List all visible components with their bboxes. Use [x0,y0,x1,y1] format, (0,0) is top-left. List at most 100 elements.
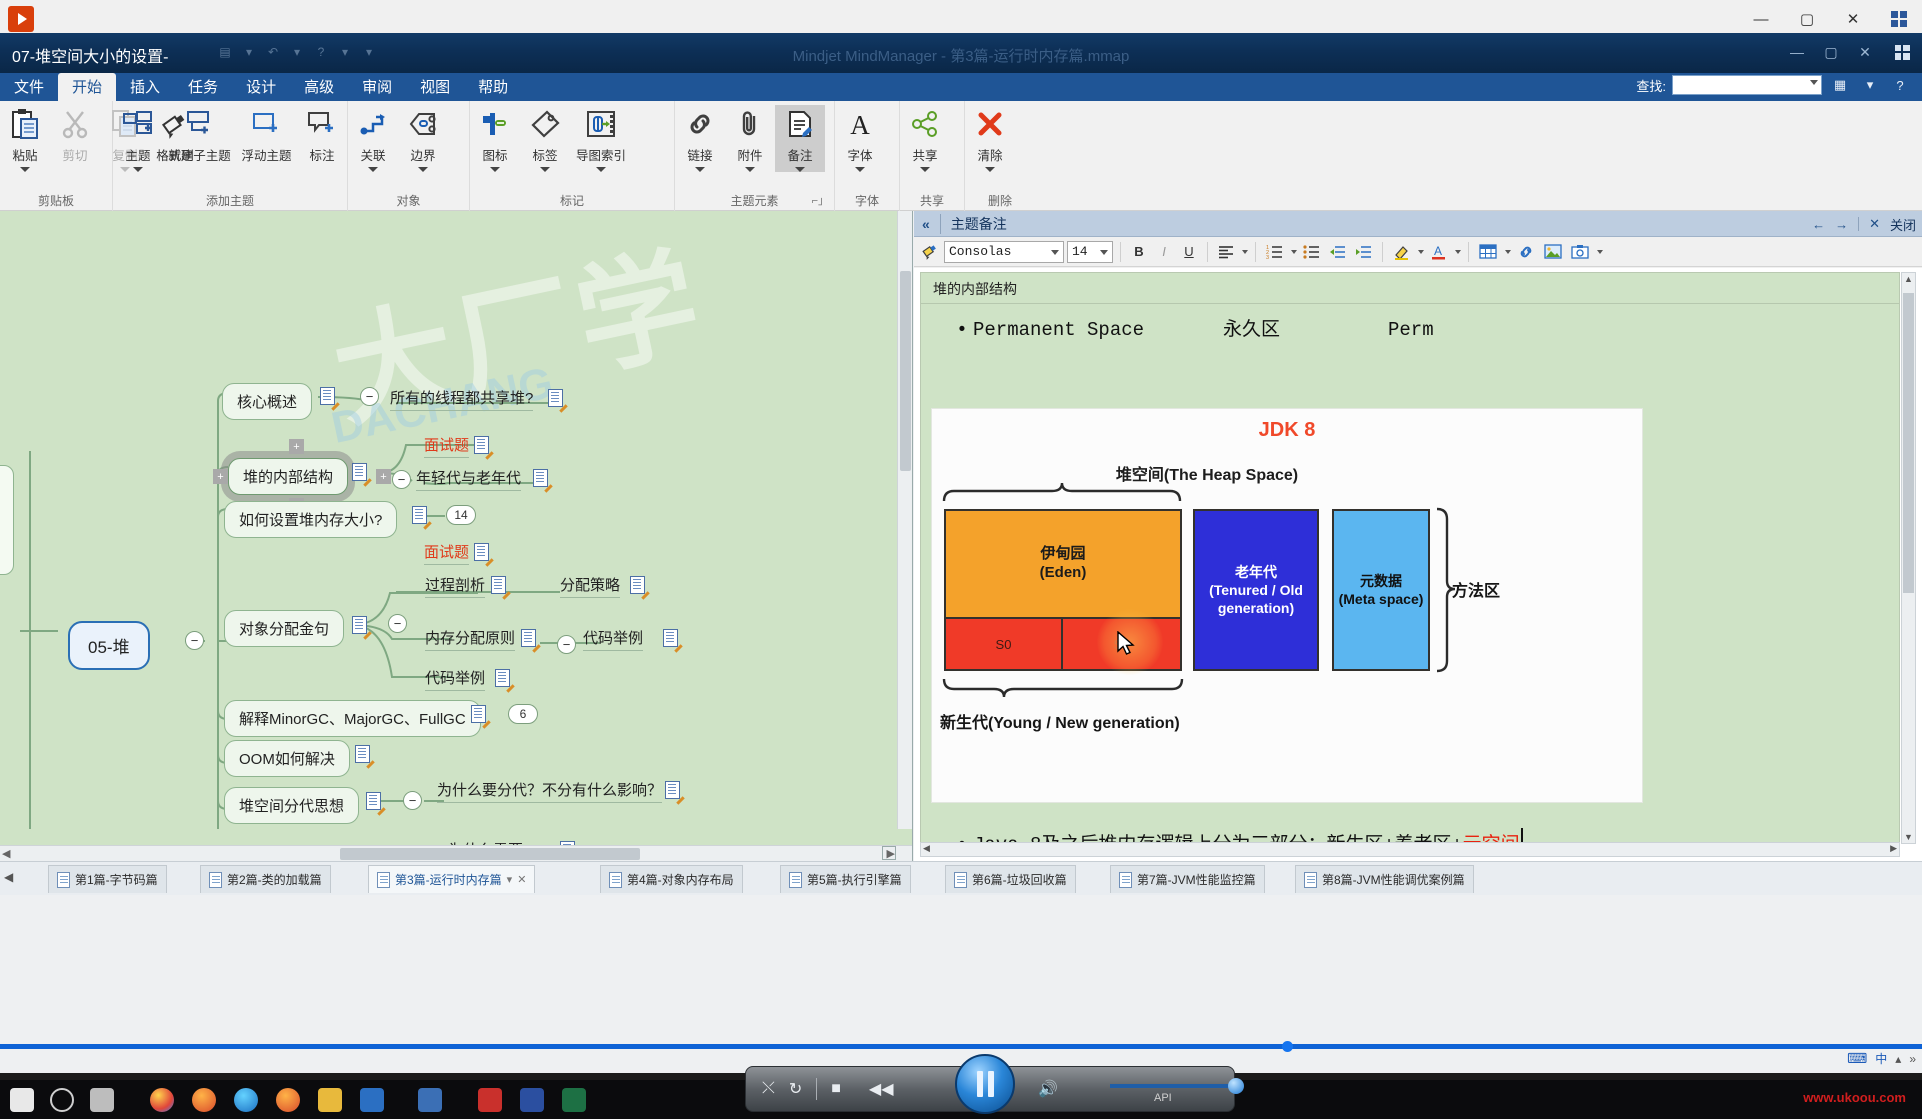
notes-close-label[interactable]: 关闭 [1890,215,1916,234]
volume-slider[interactable] [1110,1078,1244,1094]
stop-icon[interactable]: ■ [831,1080,841,1098]
app-icon[interactable] [360,1088,384,1112]
scroll-up-icon[interactable]: ▲ [1904,274,1913,284]
notes-back-icon[interactable]: ← [1812,217,1825,232]
close-icon[interactable]: ✕ [1869,216,1880,232]
note-marker-icon[interactable] [474,436,494,460]
ribbon-button-font[interactable]: A 字体 [835,105,885,172]
map-node-heap-internal-structure[interactable]: 堆的内部结构 [228,458,349,495]
note-marker-icon[interactable] [630,576,650,600]
map-collapse-core[interactable]: − [360,387,379,406]
app-close-button[interactable]: ✕ [1848,39,1882,65]
ribbon-button-topic[interactable]: 主题 [113,105,163,172]
chevron-down-icon[interactable] [1455,249,1461,254]
chevron-down-icon[interactable] [745,167,755,172]
chevron-down-icon[interactable] [1597,249,1603,254]
map-badge-6[interactable]: 6 [508,704,538,724]
note-marker-icon[interactable] [495,669,515,693]
media-player-icon[interactable] [478,1088,502,1112]
chevron-up-icon[interactable]: ▴ [1895,1052,1901,1066]
mindmap-vertical-scrollbar[interactable] [897,211,912,829]
close-icon[interactable]: ✕ [517,873,526,886]
search-box[interactable] [1672,75,1822,95]
start-button-icon[interactable] [10,1088,34,1112]
tab-file[interactable]: 文件 [0,73,58,101]
chevron-down-icon[interactable] [596,167,606,172]
excel-icon[interactable] [562,1088,586,1112]
map-leaf-code-example-2[interactable]: 代码举例 [425,667,486,691]
collapse-panel-icon[interactable]: « [922,216,930,232]
chevron-down-icon[interactable] [920,167,930,172]
map-node-gc-explain[interactable]: 解释MinorGC、MajorGC、FullGC [224,700,481,737]
app-maximize-button[interactable]: ▢ [1814,39,1848,65]
map-leaf-interview-2[interactable]: 面试题 [424,541,470,565]
notes-line-permanent-space[interactable]: • Permanent Space 永久区 Perm [951,314,1899,341]
numbered-list-icon[interactable]: 123 [1263,240,1286,264]
doc-tab-2[interactable]: 第2篇-类的加载篇 [200,865,331,893]
doc-tab-7[interactable]: 第7篇-JVM性能监控篇 [1110,865,1265,893]
image-icon[interactable] [1541,240,1565,264]
map-leaf-code-example-1[interactable]: 代码举例 [583,627,644,651]
ribbon-button-share[interactable]: 共享 [900,105,950,172]
search-input[interactable] [1672,75,1822,95]
note-marker-icon[interactable] [412,506,432,530]
help-circle-icon[interactable]: ? [1888,75,1912,95]
scroll-right-icon[interactable]: ▶ [1890,843,1897,854]
highlighter-icon[interactable] [1390,240,1413,264]
ime-icon[interactable]: ⌨ [1847,1050,1867,1067]
ribbon-button-notes[interactable]: 备注 [775,105,825,172]
ribbon-button-attachment[interactable]: 附件 [725,105,775,172]
chevron-down-icon[interactable] [1418,249,1424,254]
search-icon[interactable] [50,1088,74,1112]
note-marker-icon[interactable] [366,792,386,816]
ime-language[interactable]: 中 [1875,1050,1887,1067]
tab-review[interactable]: 审阅 [348,73,406,101]
browser-icon[interactable] [276,1088,300,1112]
chevron-down-icon[interactable] [855,167,865,172]
ribbon-button-boundary[interactable]: 边界 [398,105,448,172]
chevron-down-icon[interactable] [540,167,550,172]
chrome-icon[interactable] [150,1088,174,1112]
note-marker-icon[interactable] [320,387,340,411]
chevron-down-icon[interactable] [418,167,428,172]
tab-help[interactable]: 帮助 [464,73,522,101]
bold-button[interactable]: B [1128,240,1150,264]
shuffle-icon[interactable]: ⤬ [762,1080,775,1098]
map-leaf-shared-heap[interactable]: 所有的线程都共享堆? [390,387,534,411]
tab-view[interactable]: 视图 [406,73,464,101]
map-collapse-generation-idea[interactable]: − [403,791,422,810]
scroll-left-icon[interactable]: ◀ [2,847,10,860]
mindmap-horizontal-scrollbar[interactable]: ◀ ▶ [0,845,912,861]
underline-button[interactable]: U [1178,240,1200,264]
map-leaf-interview-1[interactable]: 面试题 [424,434,470,458]
tab-task[interactable]: 任务 [174,73,232,101]
resize-corner-icon[interactable] [882,846,896,860]
note-marker-icon[interactable] [533,469,553,493]
video-progress-bar[interactable] [0,1044,1922,1049]
notes-editor[interactable]: 堆的内部结构 • Permanent Space 永久区 Perm JDK 8 … [920,272,1900,844]
task-view-icon[interactable] [90,1088,114,1112]
tab-home[interactable]: 开始 [58,73,117,101]
map-collapse-object-allocation[interactable]: − [388,614,407,633]
tabs-scroll-left-icon[interactable]: ◀ [4,870,13,884]
chevron-down-icon[interactable] [1051,249,1059,255]
scroll-left-icon[interactable]: ◀ [923,843,930,854]
map-leaf-young-old-gen[interactable]: 年轻代与老年代 [416,467,522,491]
map-node-generation-idea[interactable]: 堆空间分代思想 [224,787,360,824]
ribbon-button-marker[interactable]: 图标 [470,105,520,172]
video-progress-knob[interactable] [1282,1041,1293,1052]
note-marker-icon[interactable] [521,629,541,653]
map-leaf-allocation-policy[interactable]: 分配策略 [560,574,621,598]
pause-button[interactable] [955,1054,1015,1114]
ribbon-button-paste[interactable]: 粘贴 [0,105,50,172]
map-collapse-heap-internal[interactable]: − [392,470,411,489]
note-marker-icon[interactable] [355,745,375,769]
map-collapse-heap[interactable]: − [185,631,204,650]
mindmap-pane[interactable]: 大厂学 DACHANG 05-堆 − 核心概述 − 所有的线程都共享堆? 堆的内… [0,211,913,861]
align-left-icon[interactable] [1215,240,1237,264]
ribbon-button-link[interactable]: 链接 [675,105,725,172]
map-handle-right[interactable]: + [376,469,391,484]
notes-horizontal-scrollbar[interactable]: ◀ ▶ [920,842,1900,857]
indent-icon[interactable] [1352,240,1375,264]
tab-advanced[interactable]: 高级 [290,73,348,101]
